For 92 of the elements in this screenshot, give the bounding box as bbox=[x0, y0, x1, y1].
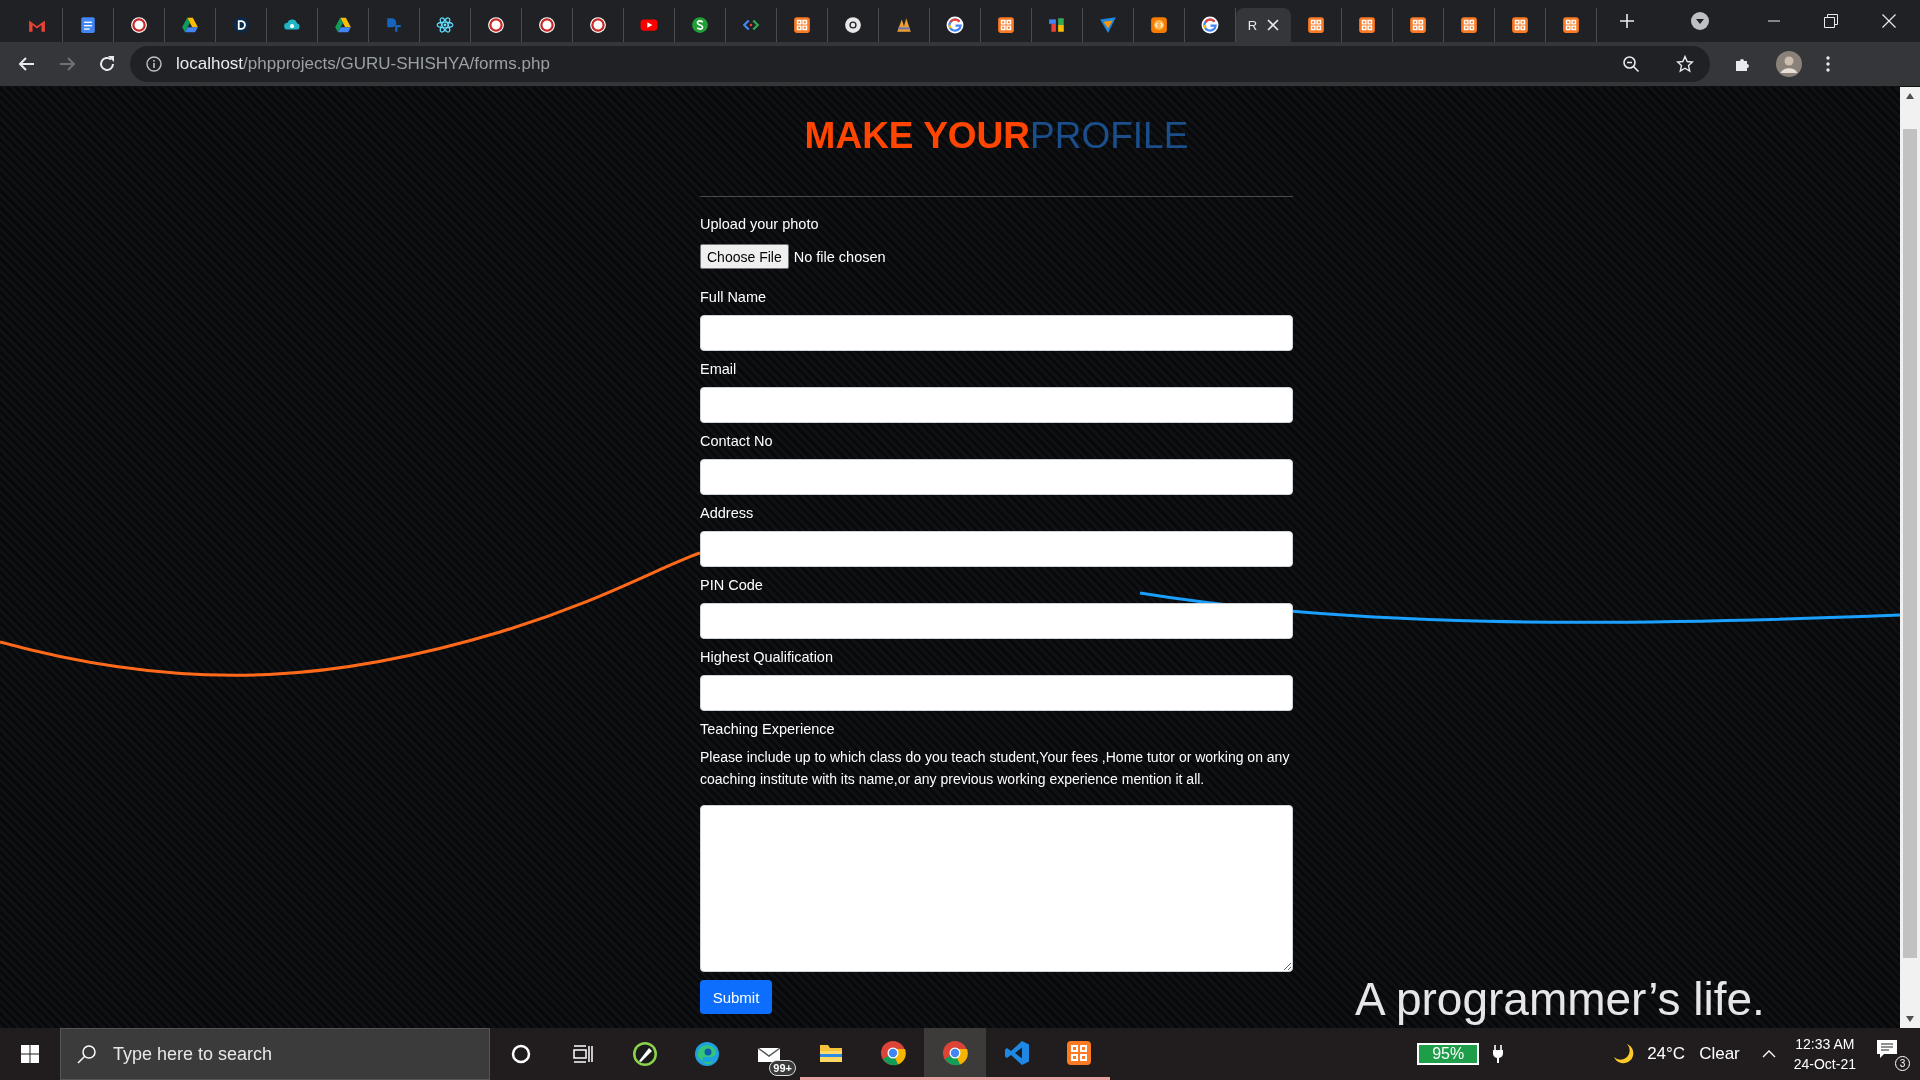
task-view-icon[interactable] bbox=[573, 1045, 593, 1063]
dark-circle-icon bbox=[232, 16, 250, 34]
file-status: No file chosen bbox=[793, 248, 886, 265]
badge-icon bbox=[589, 16, 607, 34]
address-bar[interactable]: localhost/phpprojects/GURU-SHISHYA/forms.php bbox=[130, 46, 1710, 82]
scroll-up-icon[interactable] bbox=[1906, 93, 1914, 99]
document-icon bbox=[79, 16, 97, 34]
zoom-out-icon[interactable] bbox=[1622, 55, 1640, 73]
multicolor-circle-icon bbox=[1201, 16, 1219, 34]
search-icon bbox=[77, 1044, 97, 1064]
grid-square-icon bbox=[1307, 16, 1325, 34]
tab-title: R bbox=[1247, 17, 1258, 33]
ring-icon bbox=[844, 16, 862, 34]
grid-square-icon bbox=[1358, 16, 1376, 34]
input-field[interactable] bbox=[700, 603, 1293, 639]
tagline: A programmer’s life. bbox=[1355, 972, 1765, 1026]
taskbar-app[interactable]: 99+ bbox=[738, 1028, 800, 1080]
help-text: Please include up to which class do you teach student,Your fees ,Home tutor or working on any coaching institute with its name,or any previous working experience mention it all. bbox=[700, 748, 1291, 789]
notification-icon[interactable] bbox=[1876, 1039, 1898, 1059]
grid-square-icon bbox=[1460, 16, 1478, 34]
notification-count: 3 bbox=[1895, 1056, 1910, 1071]
chrome-icon bbox=[941, 1038, 969, 1067]
input-field[interactable] bbox=[700, 675, 1293, 711]
moon-icon bbox=[1613, 1043, 1636, 1065]
caret-icon[interactable] bbox=[1761, 1050, 1776, 1058]
field-label: Teaching Experience bbox=[700, 720, 836, 739]
count-badge: 99+ bbox=[769, 1060, 796, 1076]
weather-text: Clear bbox=[1699, 1044, 1740, 1064]
field-label: Highest Qualification bbox=[700, 648, 834, 667]
input-field[interactable] bbox=[700, 459, 1293, 495]
cortana-icon[interactable] bbox=[511, 1044, 531, 1064]
clock-time[interactable]: 12:33 AM bbox=[1795, 1034, 1855, 1054]
badge-icon bbox=[487, 16, 505, 34]
input-field[interactable] bbox=[700, 387, 1293, 423]
temperature: 24°C bbox=[1647, 1044, 1686, 1064]
scrollbar-thumb[interactable] bbox=[1903, 129, 1917, 958]
field-label: Address bbox=[700, 504, 755, 523]
triangle-icon bbox=[334, 16, 352, 34]
star-icon[interactable] bbox=[1676, 55, 1694, 73]
browser-tab[interactable]: R bbox=[1236, 8, 1291, 42]
plug-icon bbox=[1493, 1045, 1504, 1063]
letter-circle-icon bbox=[691, 16, 709, 34]
field-label: PIN Code bbox=[700, 576, 764, 595]
search-bar[interactable]: Type here to search bbox=[60, 1028, 490, 1080]
windows-icon[interactable] bbox=[21, 1045, 39, 1063]
grid-square-icon bbox=[997, 16, 1015, 34]
sail-icon bbox=[895, 16, 913, 34]
clock-date[interactable]: 24-Oct-21 bbox=[1793, 1054, 1856, 1074]
scroll-down-icon[interactable] bbox=[1906, 1016, 1914, 1022]
search-input[interactable]: Type here to search bbox=[111, 1042, 475, 1066]
field-label: Contact No bbox=[700, 432, 774, 451]
triangle-icon bbox=[181, 16, 199, 34]
submit-button[interactable]: Submit bbox=[700, 980, 772, 1014]
dropdown-icon[interactable] bbox=[1690, 11, 1710, 31]
code-tile-icon bbox=[1150, 16, 1168, 34]
taskbar-app[interactable] bbox=[924, 1028, 986, 1080]
input-field[interactable] bbox=[700, 531, 1293, 567]
choose-file-button[interactable]: Choose File bbox=[700, 244, 789, 269]
multicolor-circle-icon bbox=[946, 16, 964, 34]
chrome-icon bbox=[879, 1038, 907, 1067]
scrollbar[interactable] bbox=[1900, 87, 1920, 1028]
close-icon[interactable] bbox=[1267, 19, 1280, 31]
restore-icon[interactable] bbox=[1824, 14, 1838, 28]
url-text: localhost/phpprojects/GURU-SHISHYA/forms.php bbox=[176, 54, 550, 74]
menu-icon[interactable] bbox=[1826, 56, 1830, 72]
badge-icon bbox=[538, 16, 556, 34]
input-field[interactable] bbox=[700, 315, 1293, 351]
avatar-icon[interactable] bbox=[1776, 51, 1802, 77]
play-icon bbox=[640, 16, 658, 34]
pen-icon bbox=[631, 1040, 659, 1068]
grid-square-icon bbox=[1409, 16, 1427, 34]
xampp-icon bbox=[1065, 1038, 1093, 1067]
field-label: Email bbox=[700, 360, 738, 379]
grid-square-icon bbox=[1511, 16, 1529, 34]
new-tab-icon[interactable] bbox=[1619, 13, 1635, 29]
grid-square-icon bbox=[1562, 16, 1580, 34]
atom-icon bbox=[436, 16, 454, 34]
blocks-icon bbox=[1048, 16, 1066, 34]
grid-square-icon bbox=[793, 16, 811, 34]
edge-icon bbox=[693, 1040, 721, 1068]
badge-icon bbox=[130, 16, 148, 34]
back-icon[interactable] bbox=[18, 55, 36, 73]
wing-icon bbox=[1099, 16, 1117, 34]
heading-text: PROFILE bbox=[1030, 115, 1189, 156]
logo-icon bbox=[385, 16, 403, 34]
field-label: Full Name bbox=[700, 288, 768, 307]
reload-icon[interactable] bbox=[98, 55, 116, 73]
close-icon[interactable] bbox=[1882, 14, 1896, 28]
code-editor-icon bbox=[1003, 1038, 1031, 1067]
heading-text: MAKE YOUR bbox=[804, 115, 1031, 156]
info-icon[interactable] bbox=[146, 56, 162, 72]
field-label: Upload your photo bbox=[700, 215, 820, 234]
